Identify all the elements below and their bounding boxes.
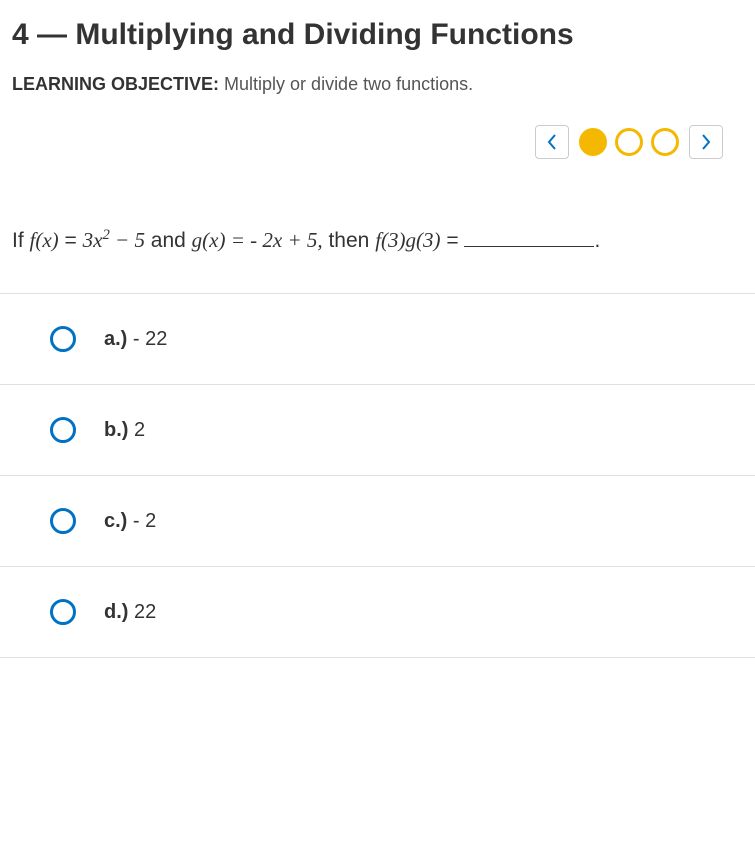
- objective-label: LEARNING OBJECTIVE:: [12, 74, 219, 94]
- progress-dots: [579, 128, 679, 156]
- radio-icon: [50, 508, 76, 534]
- radio-icon: [50, 326, 76, 352]
- progress-dot-1[interactable]: [579, 128, 607, 156]
- choice-c[interactable]: c.) - 2: [0, 475, 755, 566]
- next-button[interactable]: [689, 125, 723, 159]
- progress-dot-3[interactable]: [651, 128, 679, 156]
- chevron-left-icon: [545, 133, 559, 151]
- choice-b[interactable]: b.) 2: [0, 384, 755, 475]
- radio-icon: [50, 599, 76, 625]
- choice-label: d.) 22: [104, 601, 156, 624]
- choice-a[interactable]: a.) - 22: [0, 293, 755, 384]
- prev-button[interactable]: [535, 125, 569, 159]
- question-text: If f(x) = 3x2 − 5 and g(x) = - 2x + 5, t…: [0, 224, 755, 293]
- question-nav: [12, 125, 743, 159]
- choice-label: a.) - 22: [104, 328, 167, 351]
- answer-blank: [464, 224, 594, 247]
- learning-objective: LEARNING OBJECTIVE: Multiply or divide t…: [12, 74, 743, 95]
- page-title: 4 — Multiplying and Dividing Functions: [12, 18, 743, 52]
- choice-label: b.) 2: [104, 419, 145, 442]
- chevron-right-icon: [699, 133, 713, 151]
- radio-icon: [50, 417, 76, 443]
- answer-choices: a.) - 22 b.) 2 c.) - 2 d.) 22: [0, 293, 755, 658]
- choice-d[interactable]: d.) 22: [0, 566, 755, 658]
- progress-dot-2[interactable]: [615, 128, 643, 156]
- objective-text: Multiply or divide two functions.: [219, 74, 473, 94]
- choice-label: c.) - 2: [104, 510, 156, 533]
